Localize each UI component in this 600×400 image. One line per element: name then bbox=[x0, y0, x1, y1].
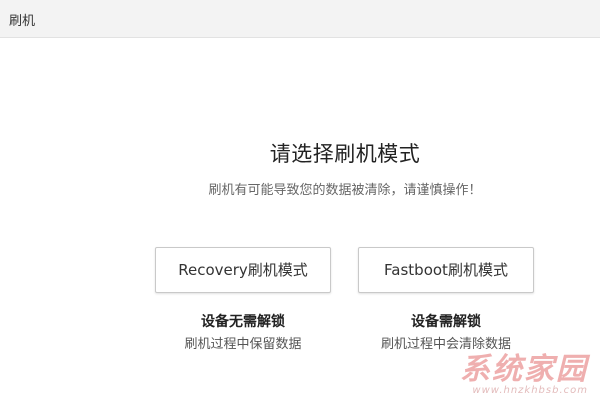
watermark-text: 系统家园 bbox=[460, 352, 588, 387]
watermark-url: www.hnzkhbsb.com bbox=[472, 385, 588, 396]
recovery-mode-title: 设备无需解锁 bbox=[201, 314, 285, 330]
site-watermark: 系统家园 www.hnzkhbsb.com bbox=[460, 354, 588, 396]
recovery-mode-description: 刷机过程中保留数据 bbox=[184, 337, 302, 352]
fastboot-mode-description: 刷机过程中会清除数据 bbox=[380, 337, 511, 352]
warning-subtitle: 刷机有可能导致您的数据被清除，请谨慎操作！ bbox=[208, 183, 482, 198]
page-heading: 请选择刷机模式 bbox=[269, 142, 421, 166]
window-title: 刷机 bbox=[9, 14, 36, 29]
flash-window: 刷机 请选择刷机模式 刷机有可能导致您的数据被清除，请谨慎操作！ Recover… bbox=[0, 0, 600, 400]
recovery-mode-button[interactable]: Recovery刷机模式 bbox=[155, 247, 331, 293]
title-bar: 刷机 bbox=[0, 0, 600, 38]
fastboot-mode-title: 设备需解锁 bbox=[411, 314, 481, 330]
fastboot-mode-button[interactable]: Fastboot刷机模式 bbox=[358, 247, 534, 293]
